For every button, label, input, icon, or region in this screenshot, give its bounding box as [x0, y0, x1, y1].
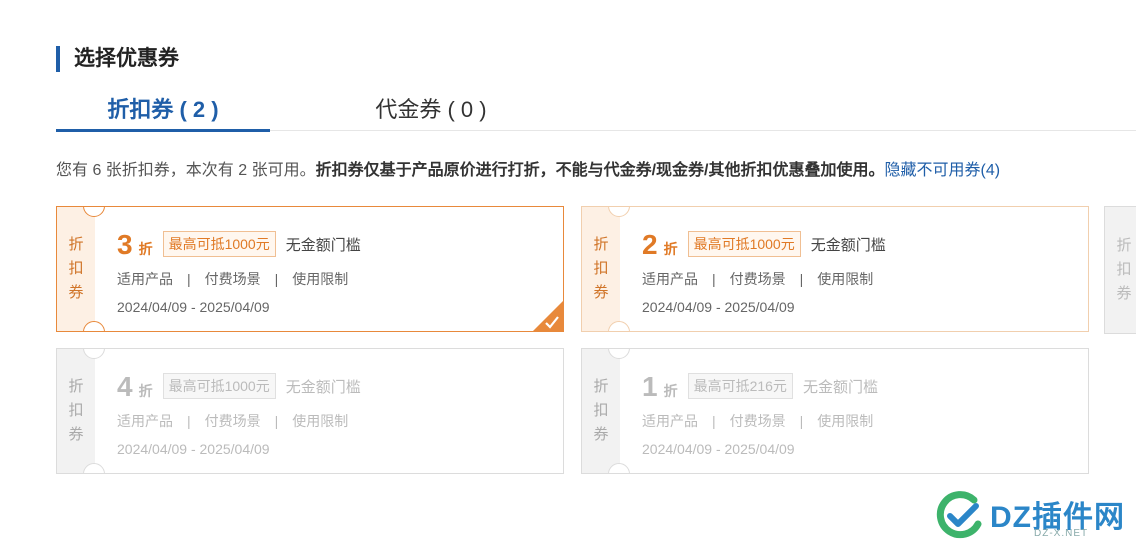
discount-unit: 折 [138, 383, 153, 399]
section-title: 选择优惠券 [56, 46, 179, 72]
threshold-text: 无金额门槛 [285, 379, 361, 396]
coupon-stub: 折 扣 券 [57, 207, 95, 331]
applicable-products-link[interactable]: 适用产品 [642, 271, 698, 287]
coupon-card-disabled: 折 扣 券 1 折 最高可抵216元 无金额门槛 适用产品 | 付费场景 | 使用限制 … [581, 348, 1089, 474]
separator: | [712, 413, 716, 429]
coupon-notice: 您有 6 张折扣券，本次有 2 张可用。折扣券仅基于产品原价进行打折，不能与代金… [56, 156, 1000, 180]
applicable-products-link[interactable]: 适用产品 [642, 413, 698, 429]
discount-unit: 折 [663, 241, 678, 257]
stub-char: 扣 [593, 260, 609, 277]
coupon-card-partial: 折 扣 券 [1104, 206, 1136, 334]
validity-date: 2024/04/09 - 2025/04/09 [642, 441, 795, 457]
max-deduction-badge: 最高可抵1000元 [687, 231, 801, 257]
threshold-text: 无金额门槛 [810, 237, 886, 254]
discount-amount: 1 [642, 371, 658, 402]
separator: | [187, 413, 191, 429]
separator: | [274, 413, 279, 429]
notice-rule-text: 折扣券仅基于产品原价进行打折，不能与代金券/现金券/其他折扣优惠叠加使用。 [315, 162, 885, 179]
coupon-tabs: 折扣券 ( 2 ) 代金券 ( 0 ) [56, 92, 1136, 132]
validity-date: 2024/04/09 - 2025/04/09 [642, 299, 795, 315]
validity-date: 2024/04/09 - 2025/04/09 [117, 299, 270, 315]
stub-char: 扣 [1116, 261, 1132, 278]
watermark: DZ插件网 DZ-X.NET [930, 486, 1130, 546]
coupon-notch [608, 463, 630, 473]
separator: | [187, 271, 191, 287]
validity-date: 2024/04/09 - 2025/04/09 [117, 441, 270, 457]
stub-char: 券 [1116, 285, 1132, 302]
discount-amount: 3 [117, 229, 133, 260]
discount-unit: 折 [138, 241, 153, 257]
max-deduction-badge: 最高可抵1000元 [162, 231, 276, 257]
max-deduction-badge: 最高可抵216元 [687, 373, 793, 399]
coupon-stub: 折 扣 券 [57, 349, 95, 473]
stub-char: 券 [68, 426, 84, 443]
applicable-products-link[interactable]: 适用产品 [117, 413, 173, 429]
discount-unit: 折 [663, 383, 678, 399]
stub-char: 折 [593, 236, 609, 253]
watermark-logo-icon [936, 491, 982, 539]
coupon-notch [608, 321, 630, 331]
usage-limit-link[interactable]: 使用限制 [817, 271, 873, 287]
stub-char: 扣 [593, 402, 609, 419]
usage-limit-link[interactable]: 使用限制 [292, 271, 348, 287]
stub-char: 折 [68, 378, 84, 395]
coupon-card-available[interactable]: 折 扣 券 2 折 最高可抵1000元 无金额门槛 适用产品 | 付费场景 | 使用限制… [581, 206, 1089, 332]
stub-char: 扣 [68, 402, 84, 419]
stub-char: 扣 [68, 260, 84, 277]
stub-char: 券 [68, 284, 84, 301]
separator: | [799, 271, 804, 287]
separator: | [799, 413, 804, 429]
payment-scenario-link[interactable]: 付费场景 [730, 271, 786, 287]
payment-scenario-link[interactable]: 付费场景 [730, 413, 786, 429]
stub-char: 折 [1116, 237, 1132, 254]
payment-scenario-link[interactable]: 付费场景 [205, 271, 261, 287]
coupon-notch [83, 321, 105, 331]
watermark-subtext: DZ-X.NET [1034, 528, 1089, 539]
coupon-stub: 折 扣 券 [582, 349, 620, 473]
stub-char: 券 [593, 426, 609, 443]
discount-amount: 4 [117, 371, 133, 402]
coupon-notch [83, 463, 105, 473]
max-deduction-badge: 最高可抵1000元 [162, 373, 276, 399]
tab-discount-coupons[interactable]: 折扣券 ( 2 ) [56, 92, 270, 132]
coupon-card-disabled: 折 扣 券 4 折 最高可抵1000元 无金额门槛 适用产品 | 付费场景 | 使用限制… [56, 348, 564, 474]
threshold-text: 无金额门槛 [285, 237, 361, 254]
separator: | [712, 271, 716, 287]
stub-char: 折 [593, 378, 609, 395]
payment-scenario-link[interactable]: 付费场景 [205, 413, 261, 429]
notice-text: 您有 6 张折扣券，本次有 2 张可用。 [56, 162, 316, 179]
selected-check-icon [533, 301, 563, 331]
hide-unavailable-link[interactable]: 隐藏不可用券(4) [885, 162, 1001, 179]
tab-voucher-coupons[interactable]: 代金券 ( 0 ) [324, 92, 538, 129]
stub-char: 折 [68, 236, 84, 253]
applicable-products-link[interactable]: 适用产品 [117, 271, 173, 287]
stub-char: 券 [593, 284, 609, 301]
usage-limit-link[interactable]: 使用限制 [292, 413, 348, 429]
usage-limit-link[interactable]: 使用限制 [817, 413, 873, 429]
threshold-text: 无金额门槛 [802, 379, 878, 396]
discount-amount: 2 [642, 229, 658, 260]
separator: | [274, 271, 279, 287]
coupon-stub: 折 扣 券 [582, 207, 620, 331]
coupon-card-selected[interactable]: 折 扣 券 3 折 最高可抵1000元 无金额门槛 适用产品 | 付费场景 | 使用限制… [56, 206, 564, 332]
